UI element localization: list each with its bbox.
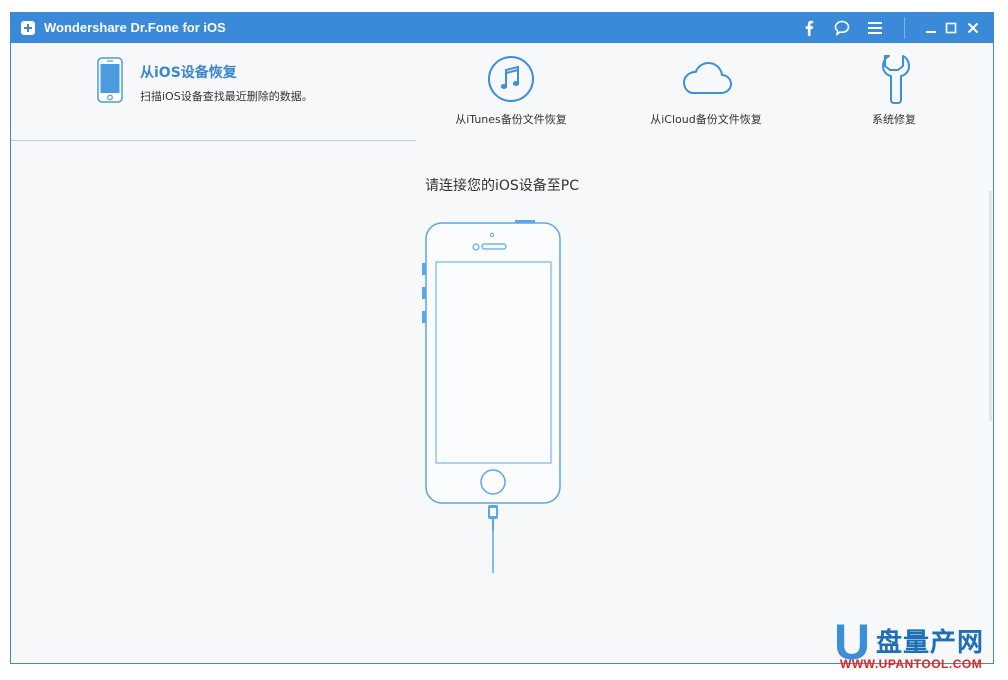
iphone-with-cable-icon [422, 220, 561, 573]
phone-icon [97, 57, 123, 103]
tab-recover-from-icloud[interactable]: 从iCloud备份文件恢复 [636, 43, 776, 141]
tab-description: 扫描iOS设备查找最近删除的数据。 [140, 90, 313, 103]
connect-device-prompt: 请连接您的iOS设备至PC [424, 178, 579, 194]
cloud-icon [682, 61, 733, 94]
tab-system-repair[interactable]: 系统修复 [849, 43, 939, 141]
close-icon[interactable] [963, 18, 983, 38]
app-title: Wondershare Dr.Fone for iOS [44, 20, 226, 35]
itunes-music-icon [488, 56, 534, 102]
wrench-icon [882, 55, 910, 104]
watermark-url: WWW.UPANTOOL.COM [840, 657, 983, 671]
tab-label: 系统修复 [872, 113, 916, 126]
tab-recover-from-ios-device[interactable]: 从iOS设备恢复 扫描iOS设备查找最近删除的数据。 [11, 43, 416, 141]
minimize-icon[interactable] [921, 18, 941, 38]
app-window: Wondershare Dr.Fone for iOS 从iOS设备恢复 扫描i… [10, 12, 994, 664]
site-watermark: U 盘量产网 WWW.UPANTOOL.COM [830, 617, 1000, 677]
tab-recover-from-itunes[interactable]: 从iTunes备份文件恢复 [441, 43, 581, 141]
feedback-icon[interactable] [832, 18, 852, 38]
tab-label: 从iTunes备份文件恢复 [455, 113, 567, 126]
title-bar[interactable]: Wondershare Dr.Fone for iOS [11, 13, 993, 43]
tab-title: 从iOS设备恢复 [140, 65, 237, 81]
menu-icon[interactable] [865, 18, 885, 38]
maximize-icon[interactable] [941, 18, 961, 38]
toolbar-separator [904, 17, 905, 39]
facebook-icon[interactable] [799, 18, 819, 38]
app-logo-icon [21, 21, 35, 35]
tab-label: 从iCloud备份文件恢复 [650, 113, 762, 126]
scrollbar[interactable] [989, 191, 992, 421]
watermark-chinese-text: 盘量产网 [876, 628, 985, 658]
